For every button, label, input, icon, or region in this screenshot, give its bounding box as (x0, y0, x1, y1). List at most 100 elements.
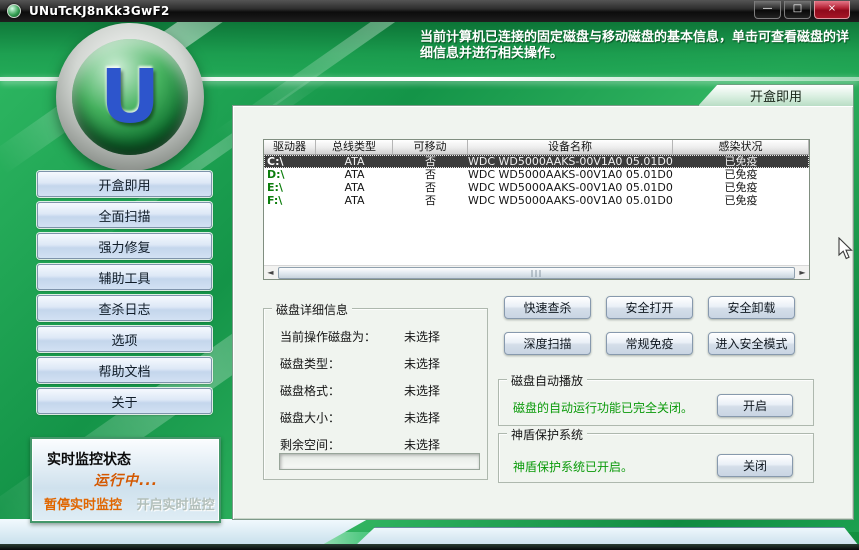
cell-removable: 否 (393, 181, 468, 194)
table-row[interactable]: F:\ATA否WDC WD5000AAKS-00V1A0 05.01D05已免疫 (264, 194, 809, 207)
titlebar: UNuTcKJ8nKk3GwF2 — □ × (0, 0, 859, 22)
detail-value: 未选择 (404, 328, 440, 345)
detail-value: 未选择 (404, 436, 440, 453)
sidebar-item-7[interactable]: 帮助文档 (37, 357, 212, 383)
detail-label: 磁盘类型： (280, 355, 404, 372)
start-monitor-link: 开启实时监控 (137, 498, 215, 513)
detail-value: 未选择 (404, 382, 440, 399)
sidebar-item-8[interactable]: 关于 (37, 388, 212, 414)
logo-inner-circle: U (72, 39, 188, 155)
sidebar-item-6[interactable]: 选项 (37, 326, 212, 352)
detail-value: 未选择 (404, 409, 440, 426)
cell-status: 已免疫 (673, 181, 809, 194)
cell-removable: 否 (393, 155, 468, 168)
monitor-status: 运行中... (94, 470, 158, 490)
bottom-band-left (0, 519, 368, 546)
sidebar-item-5[interactable]: 查杀日志 (37, 295, 212, 321)
cell-bus: ATA (316, 155, 393, 168)
disk-table-body: C:\ATA否WDC WD5000AAKS-00V1A0 05.01D05已免疫… (264, 155, 809, 207)
cell-device: WDC WD5000AAKS-00V1A0 05.01D05 (468, 155, 673, 168)
action-button-1[interactable]: 快速查杀 (504, 296, 591, 319)
cell-status: 已免疫 (673, 168, 809, 181)
progress-bar (279, 453, 480, 470)
autoplay-enable-button[interactable]: 开启 (717, 394, 793, 417)
disk-table[interactable]: 驱动器总线类型可移动设备名称感染状况 C:\ATA否WDC WD5000AAKS… (263, 139, 810, 280)
sidebar: 开盒即用全面扫描强力修复辅助工具查杀日志选项帮助文档关于 (37, 171, 212, 419)
window-controls: — □ × (754, 1, 850, 19)
column-header[interactable]: 感染状况 (673, 140, 809, 154)
sidebar-item-4[interactable]: 辅助工具 (37, 264, 212, 290)
cell-status: 已免疫 (673, 194, 809, 207)
mouse-cursor (838, 237, 855, 261)
detail-label: 磁盘格式： (280, 382, 404, 399)
minimize-button[interactable]: — (754, 1, 781, 19)
app-window: UNuTcKJ8nKk3GwF2 — □ × 当前计算机已连接的固定磁盘与移动磁… (0, 0, 859, 550)
disk-table-header: 驱动器总线类型可移动设备名称感染状况 (264, 140, 809, 155)
autoplay-title: 磁盘自动播放 (507, 372, 587, 389)
detail-field: 磁盘大小：未选择 (280, 404, 481, 431)
autoplay-status-message: 磁盘的自动运行功能已完全关闭。 (513, 399, 693, 416)
scrollbar-thumb[interactable] (278, 267, 795, 279)
cell-device: WDC WD5000AAKS-00V1A0 05.01D05 (468, 168, 673, 181)
detail-field: 磁盘格式：未选择 (280, 377, 481, 404)
detail-field: 磁盘类型：未选择 (280, 350, 481, 377)
horizontal-scrollbar[interactable]: ◄ ► (264, 265, 809, 279)
disk-details-fields: 当前操作磁盘为：未选择磁盘类型：未选择磁盘格式：未选择磁盘大小：未选择剩余空间：… (280, 323, 481, 458)
close-button[interactable]: × (814, 1, 850, 19)
detail-field: 当前操作磁盘为：未选择 (280, 323, 481, 350)
shield-disable-button[interactable]: 关闭 (717, 454, 793, 477)
scroll-left-arrow[interactable]: ◄ (264, 266, 277, 280)
cell-bus: ATA (316, 168, 393, 181)
cell-removable: 否 (393, 168, 468, 181)
action-button-6[interactable]: 进入安全模式 (708, 332, 795, 355)
disk-details-title: 磁盘详细信息 (272, 301, 352, 318)
window-bottom-edge (0, 544, 859, 550)
disk-details-group: 磁盘详细信息 当前操作磁盘为：未选择磁盘类型：未选择磁盘格式：未选择磁盘大小：未… (263, 308, 488, 480)
window-title: UNuTcKJ8nKk3GwF2 (29, 4, 170, 18)
action-button-5[interactable]: 常规免疫 (606, 332, 693, 355)
cell-device: WDC WD5000AAKS-00V1A0 05.01D05 (468, 181, 673, 194)
cell-device: WDC WD5000AAKS-00V1A0 05.01D05 (468, 194, 673, 207)
logo-letter: U (100, 60, 160, 134)
detail-label: 当前操作磁盘为： (280, 328, 404, 345)
action-buttons: 快速查杀安全打开安全卸载深度扫描常规免疫进入安全模式 (504, 296, 795, 355)
main-panel: 驱动器总线类型可移动设备名称感染状况 C:\ATA否WDC WD5000AAKS… (232, 105, 854, 520)
column-header[interactable]: 总线类型 (316, 140, 393, 154)
action-button-4[interactable]: 深度扫描 (504, 332, 591, 355)
detail-label: 磁盘大小： (280, 409, 404, 426)
monitor-panel: 实时监控状态 运行中... 暂停实时监控 开启实时监控 (30, 437, 221, 523)
shield-group: 神盾保护系统 神盾保护系统已开启。 关闭 (498, 433, 814, 483)
table-row[interactable]: D:\ATA否WDC WD5000AAKS-00V1A0 05.01D05已免疫 (264, 168, 809, 181)
detail-value: 未选择 (404, 355, 440, 372)
cell-drive: C:\ (264, 155, 316, 168)
cell-drive: F:\ (264, 194, 316, 207)
shield-title: 神盾保护系统 (507, 426, 587, 443)
cell-bus: ATA (316, 194, 393, 207)
cell-drive: E:\ (264, 181, 316, 194)
table-row[interactable]: C:\ATA否WDC WD5000AAKS-00V1A0 05.01D05已免疫 (264, 155, 809, 168)
scroll-right-arrow[interactable]: ► (796, 266, 809, 280)
sidebar-item-2[interactable]: 全面扫描 (37, 202, 212, 228)
banner-description: 当前计算机已连接的固定磁盘与移动磁盘的基本信息，单击可查看磁盘的详细信息并进行相… (420, 30, 854, 62)
cell-drive: D:\ (264, 168, 316, 181)
action-button-3[interactable]: 安全卸载 (708, 296, 795, 319)
column-header[interactable]: 可移动 (393, 140, 468, 154)
app-icon (7, 4, 21, 18)
cell-removable: 否 (393, 194, 468, 207)
autoplay-group: 磁盘自动播放 磁盘的自动运行功能已完全关闭。 开启 (498, 379, 814, 426)
shield-status-message: 神盾保护系统已开启。 (513, 458, 633, 475)
monitor-links: 暂停实时监控 开启实时监控 (44, 494, 215, 513)
scrollbar-grip (531, 270, 542, 277)
column-header[interactable]: 驱动器 (264, 140, 316, 154)
sidebar-item-1[interactable]: 开盒即用 (37, 171, 212, 197)
column-header[interactable]: 设备名称 (468, 140, 673, 154)
sidebar-item-3[interactable]: 强力修复 (37, 233, 212, 259)
table-row[interactable]: E:\ATA否WDC WD5000AAKS-00V1A0 05.01D05已免疫 (264, 181, 809, 194)
detail-label: 剩余空间： (280, 436, 404, 453)
tab-open-box-ready[interactable]: 开盒即用 (698, 84, 854, 106)
cell-bus: ATA (316, 181, 393, 194)
monitor-title: 实时监控状态 (47, 449, 131, 469)
maximize-button[interactable]: □ (784, 1, 811, 19)
action-button-2[interactable]: 安全打开 (606, 296, 693, 319)
pause-monitor-link[interactable]: 暂停实时监控 (44, 498, 122, 513)
